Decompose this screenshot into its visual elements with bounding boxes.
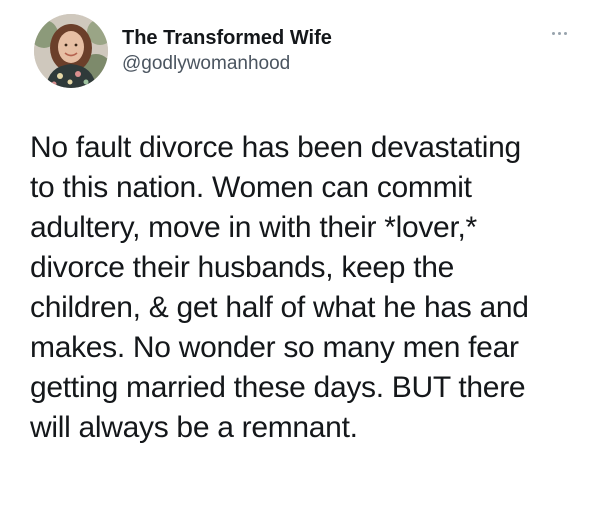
author-avatar[interactable]: [34, 14, 108, 88]
tweet-text-line: children, & get half of what he has and: [30, 291, 529, 324]
tweet-text-line: to this nation. Women can commit: [30, 171, 472, 204]
author-display-name[interactable]: The Transformed Wife: [122, 26, 332, 50]
tweet-text-line: getting married these days. BUT there: [30, 371, 526, 404]
tweet-text: No fault divorce has been devastating to…: [30, 128, 590, 448]
more-options-button[interactable]: [546, 24, 572, 42]
more-options-icon: [551, 31, 555, 35]
author-info: The Transformed Wife @godlywomanhood: [122, 26, 332, 75]
more-options-icon: [557, 31, 561, 35]
author-handle[interactable]: @godlywomanhood: [122, 52, 332, 75]
more-options-icon: [563, 31, 567, 35]
tweet-text-line: divorce their husbands, keep the: [30, 251, 455, 284]
tweet-text-line: adultery, move in with their *lover,*: [30, 211, 477, 244]
tweet-text-line: No fault divorce has been devastating: [30, 131, 521, 164]
tweet-text-line: makes. No wonder so many men fear: [30, 331, 519, 364]
profile-photo-icon: [34, 14, 108, 88]
tweet-card: The Transformed Wife @godlywomanhood No …: [0, 0, 600, 525]
tweet-text-line: will always be a remnant.: [30, 411, 358, 444]
